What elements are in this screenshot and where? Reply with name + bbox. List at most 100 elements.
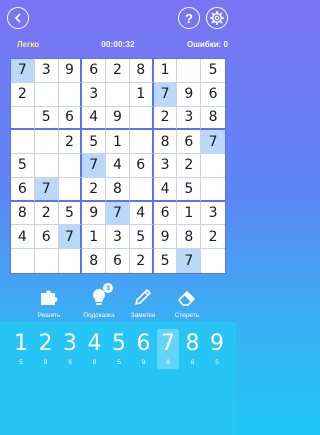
board-cell[interactable]: 6 (177, 130, 202, 155)
board-cell[interactable]: 6 (129, 154, 154, 178)
notes-button[interactable]: Заметки (118, 286, 168, 319)
numpad-key[interactable]: 55 (108, 329, 130, 369)
board-cell[interactable]: 8 (82, 249, 107, 273)
board-cell[interactable]: 4 (82, 106, 107, 131)
board-cell[interactable]: 8 (129, 59, 154, 83)
numpad-key[interactable]: 86 (182, 329, 204, 369)
board-cell[interactable] (177, 59, 202, 83)
board-cell[interactable]: 3 (106, 225, 130, 250)
board-cell[interactable]: 5 (177, 177, 202, 202)
board-cell[interactable]: 5 (129, 225, 154, 250)
board-cell[interactable]: 6 (58, 106, 83, 131)
board-cell[interactable] (106, 82, 130, 107)
numpad-key[interactable]: 29 (35, 329, 57, 369)
board-cell[interactable] (58, 177, 83, 202)
board-cell[interactable]: 1 (153, 59, 178, 83)
board-cell[interactable]: 1 (129, 82, 154, 107)
board-cell[interactable] (201, 249, 225, 273)
help-button[interactable]: ? (178, 7, 200, 29)
board-cell[interactable]: 1 (177, 201, 202, 226)
board-cell[interactable] (129, 177, 154, 202)
board-cell[interactable]: 2 (106, 59, 130, 83)
board-cell[interactable]: 5 (58, 201, 83, 226)
board-cell[interactable]: 3 (153, 154, 178, 178)
board-cell[interactable]: 5 (82, 130, 107, 155)
board-cell[interactable] (59, 249, 83, 273)
board-cell[interactable] (11, 106, 35, 131)
board-cell[interactable]: 2 (177, 154, 202, 178)
board-cell[interactable]: 7 (177, 249, 202, 273)
board-cell[interactable] (11, 249, 35, 273)
board-cell[interactable] (34, 130, 59, 155)
board-cell[interactable]: 4 (153, 177, 178, 202)
board-cell[interactable]: 3 (201, 202, 225, 226)
board-cell[interactable]: 8 (177, 225, 202, 250)
numpad-key[interactable]: 95 (206, 329, 228, 369)
board-cell[interactable]: 7 (153, 82, 178, 107)
board-cell[interactable]: 6 (34, 225, 59, 250)
board-cell[interactable] (129, 106, 154, 131)
board-cell[interactable]: 8 (201, 107, 225, 131)
board-cell[interactable] (201, 178, 225, 202)
board-cell[interactable]: 7 (34, 177, 59, 202)
numpad-key[interactable]: 48 (84, 329, 106, 369)
board-cell[interactable]: 5 (154, 249, 178, 273)
board-cell[interactable]: 4 (129, 201, 154, 226)
board-cell[interactable]: 7 (201, 130, 225, 155)
board-cell[interactable]: 3 (82, 82, 107, 107)
board-cell[interactable]: 2 (34, 201, 59, 226)
settings-button[interactable] (206, 7, 228, 29)
board-cell[interactable]: 1 (82, 225, 107, 250)
board-cell[interactable]: 3 (34, 59, 59, 83)
board-cell[interactable]: 7 (106, 201, 130, 226)
board-cell[interactable]: 6 (106, 249, 130, 273)
board-cell[interactable]: 6 (201, 83, 225, 107)
back-button[interactable] (7, 7, 29, 29)
numpad-remaining-count: 5 (215, 359, 219, 366)
solve-button[interactable]: Решить (24, 286, 74, 319)
board-cell[interactable]: 8 (11, 201, 35, 226)
board-cell[interactable] (129, 130, 154, 155)
board-cell[interactable] (58, 154, 83, 178)
board-cell[interactable] (201, 154, 225, 178)
board-cell[interactable] (58, 82, 83, 107)
board-cell[interactable]: 5 (201, 59, 225, 83)
board-cell[interactable]: 7 (11, 59, 35, 83)
board-cell[interactable]: 9 (58, 59, 83, 83)
board-cell[interactable] (11, 130, 35, 155)
board-cell[interactable]: 9 (106, 106, 130, 131)
erase-button[interactable]: Стереть (162, 286, 212, 319)
board-cell[interactable] (35, 249, 59, 273)
board-cell[interactable]: 2 (153, 106, 178, 131)
board-cell[interactable]: 2 (11, 82, 35, 107)
numpad-key[interactable]: 36 (59, 329, 81, 369)
erase-label: Стереть (174, 312, 200, 319)
board-cell[interactable]: 8 (106, 177, 130, 202)
board-cell[interactable]: 6 (153, 201, 178, 226)
board-cell[interactable]: 1 (106, 130, 130, 155)
hint-button[interactable]: 3 Подсказка (74, 283, 124, 319)
board-cell[interactable]: 9 (153, 225, 178, 250)
numpad-key[interactable]: 78 (157, 329, 179, 369)
board-cell[interactable]: 9 (82, 201, 107, 226)
board-cell[interactable]: 6 (11, 177, 35, 202)
board-cell[interactable]: 2 (82, 177, 107, 202)
board-cell[interactable]: 8 (153, 130, 178, 155)
board-cell[interactable]: 7 (58, 225, 83, 250)
board-cell[interactable]: 2 (58, 130, 83, 155)
board-cell[interactable] (34, 154, 59, 178)
board-cell[interactable]: 5 (34, 106, 59, 131)
board-cell[interactable]: 5 (11, 154, 35, 178)
board-cell[interactable]: 2 (130, 249, 154, 273)
errors-counter: Ошибки: 0 (186, 40, 228, 49)
board-cell[interactable]: 6 (82, 59, 107, 83)
board-cell[interactable] (34, 82, 59, 107)
board-cell[interactable]: 4 (11, 225, 35, 250)
numpad-key[interactable]: 15 (10, 329, 32, 369)
board-cell[interactable]: 9 (177, 82, 202, 107)
board-cell[interactable]: 2 (201, 225, 225, 250)
board-cell[interactable]: 7 (82, 154, 107, 178)
board-cell[interactable]: 3 (177, 106, 202, 131)
numpad-key[interactable]: 69 (133, 329, 155, 369)
board-cell[interactable]: 4 (106, 154, 130, 178)
